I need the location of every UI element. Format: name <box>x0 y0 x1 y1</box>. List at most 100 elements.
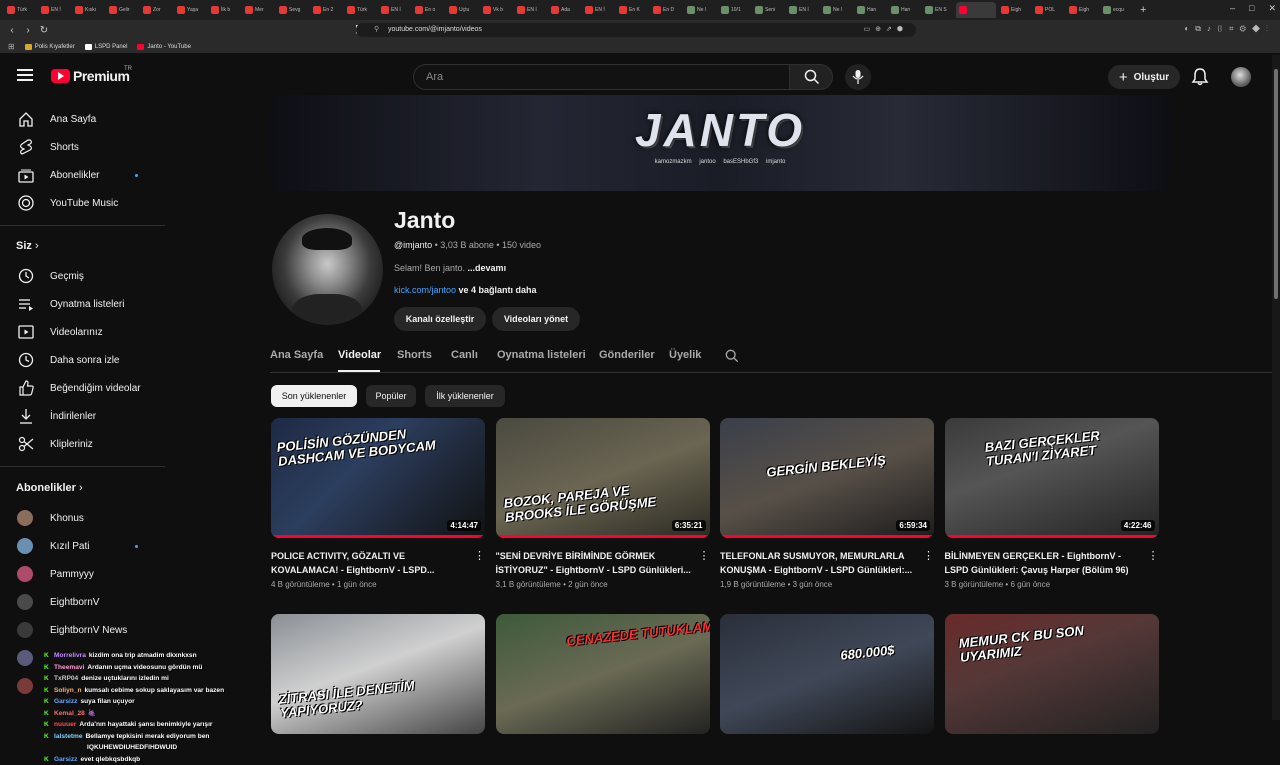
browser-tab[interactable]: 10/1 <box>718 2 750 18</box>
browser-tab[interactable]: ecqu <box>1100 2 1132 18</box>
browser-tab[interactable]: POL <box>1032 2 1064 18</box>
browser-tab[interactable]: Türk <box>344 2 376 18</box>
minimize-button[interactable]: – <box>1230 3 1235 14</box>
sidebar-item-watch-later[interactable]: Daha sonra izle <box>0 346 165 374</box>
video-title[interactable]: POLICE ACTIVITY, GÖZALTI VE KOVALAMACA! … <box>271 549 467 577</box>
extension-icons[interactable]: ◐⧉♪▯⌗⚙◆⋮ <box>1184 24 1274 34</box>
browser-tab[interactable]: Uçtu <box>446 2 478 18</box>
browser-tab[interactable] <box>956 2 996 18</box>
video-thumbnail[interactable]: ZİTRASI İLE DENETİM YAPIYORUZ? <box>271 614 485 734</box>
more-options-icon[interactable]: ⋮ <box>699 549 707 562</box>
chip-latest[interactable]: Son yüklenenler <box>271 385 357 407</box>
browser-tab[interactable]: EN İ <box>582 2 614 18</box>
search-button[interactable] <box>789 64 833 90</box>
browser-tab[interactable]: Türk <box>4 2 36 18</box>
sidebar-item-your-videos[interactable]: Videolarınız <box>0 318 165 346</box>
sidebar-item-shorts[interactable]: Shorts <box>0 133 165 161</box>
video-thumbnail[interactable]: 680.000$ <box>720 614 934 734</box>
video-title[interactable]: BİLİNMEYEN GERÇEKLER - EightbornV - LSPD… <box>945 549 1141 577</box>
browser-tab[interactable]: EN İ <box>514 2 546 18</box>
tab-live[interactable]: Canlı <box>451 349 478 361</box>
channel-avatar[interactable] <box>272 214 383 325</box>
browser-tab[interactable]: En K <box>616 2 648 18</box>
more-link[interactable]: ...devamı <box>468 263 507 273</box>
tab-home[interactable]: Ana Sayfa <box>270 349 323 361</box>
video-thumbnail[interactable]: CENAZEDE TUTUKLAMA <box>496 614 710 734</box>
close-window-button[interactable]: ✕ <box>1268 3 1276 14</box>
sidebar-subscription[interactable]: EightbornV <box>0 588 165 616</box>
bookmark-polis-kiyafetler[interactable]: Polis Kıyafetler <box>25 44 75 50</box>
browser-tab[interactable]: Seni <box>752 2 784 18</box>
browser-tab[interactable]: Eigh <box>998 2 1030 18</box>
browser-tab[interactable]: En 2 <box>310 2 342 18</box>
browser-tab[interactable]: EN İ <box>38 2 70 18</box>
sidebar-subscription[interactable]: Kızıl Pati <box>0 532 165 560</box>
browser-tab[interactable]: Vk b <box>480 2 512 18</box>
sidebar-item-liked[interactable]: Beğendiğim videolar <box>0 374 165 402</box>
channel-search-icon[interactable] <box>725 349 739 363</box>
video-thumbnail[interactable]: BAZI GERÇEKLER TURAN'I ZİYARET4:22:46 <box>945 418 1159 538</box>
youtube-logo[interactable]: Premium <box>51 68 129 84</box>
sidebar-subscription[interactable]: Pammyyy <box>0 560 165 588</box>
channel-description[interactable]: Selam! Ben janto. ...devamı <box>394 263 506 273</box>
sidebar-item-playlists[interactable]: Oynatma listeleri <box>0 290 165 318</box>
notifications-bell-icon[interactable] <box>1190 67 1210 87</box>
browser-tab[interactable]: Ne l <box>684 2 716 18</box>
url-action-icons[interactable]: ▭⊕⇗⬢ <box>864 23 908 37</box>
back-icon[interactable]: ‹ <box>4 25 20 36</box>
browser-tab[interactable]: En o <box>412 2 444 18</box>
new-tab-button[interactable]: + <box>1140 4 1146 16</box>
browser-tab[interactable]: Ne l <box>820 2 852 18</box>
browser-tab[interactable]: Gelir <box>106 2 138 18</box>
tab-videos[interactable]: Videolar <box>338 349 381 361</box>
tab-playlists[interactable]: Oynatma listeleri <box>497 349 586 361</box>
video-title[interactable]: TELEFONLAR SUSMUYOR, MEMURLARLA KONUŞMA … <box>720 549 916 577</box>
more-options-icon[interactable]: ⋮ <box>923 549 931 562</box>
browser-tab[interactable]: Sevg <box>276 2 308 18</box>
create-button[interactable]: + Oluştur <box>1108 65 1180 89</box>
video-thumbnail[interactable]: MEMUR CK BU SON UYARIMIZ <box>945 614 1159 734</box>
video-thumbnail[interactable]: GERGİN BEKLEYİŞ6:59:34 <box>720 418 934 538</box>
sidebar-item-subscriptions[interactable]: Abonelikler <box>0 161 165 189</box>
browser-tab[interactable]: İlk b <box>208 2 240 18</box>
video-thumbnail[interactable]: BOZOK, PAREJA VE BROOKS İLE GÖRÜŞME6:35:… <box>496 418 710 538</box>
sidebar-subscription[interactable]: EightbornV News <box>0 616 165 644</box>
browser-tab[interactable]: Eigh <box>1066 2 1098 18</box>
browser-tab[interactable]: En D <box>650 2 682 18</box>
bookmark-janto-youtube[interactable]: Janto - YouTube <box>137 44 190 50</box>
search-input[interactable]: Ara <box>413 64 790 90</box>
apps-icon[interactable]: ⊞ <box>8 42 15 51</box>
browser-tab[interactable]: EN İ <box>786 2 818 18</box>
video-title[interactable]: "SENİ DEVRİYE BİRİMİNDE GÖRMEK İSTİYORUZ… <box>496 549 692 577</box>
site-info-icon[interactable]: ⚲ <box>374 23 379 37</box>
sidebar-subscriptions-heading[interactable]: Abonelikler › <box>16 482 83 494</box>
sidebar-item-clips[interactable]: Klipleriniz <box>0 430 165 458</box>
sidebar-you-heading[interactable]: Siz › <box>16 240 39 252</box>
sidebar-subscription[interactable]: Khonus <box>0 504 165 532</box>
reload-icon[interactable]: ↻ <box>36 25 52 36</box>
account-avatar[interactable] <box>1231 67 1251 87</box>
manage-videos-button[interactable]: Videoları yönet <box>492 307 580 331</box>
chip-popular[interactable]: Popüler <box>366 385 416 407</box>
more-options-icon[interactable]: ⋮ <box>474 549 482 562</box>
voice-search-button[interactable] <box>845 64 871 90</box>
menu-icon[interactable] <box>17 69 33 81</box>
browser-tab[interactable]: Zor <box>140 2 172 18</box>
scrollbar-thumb[interactable] <box>1274 69 1278 299</box>
sidebar-item-home[interactable]: Ana Sayfa <box>0 105 165 133</box>
browser-tab[interactable]: Ada <box>548 2 580 18</box>
sidebar-item-downloads[interactable]: İndirilenler <box>0 402 165 430</box>
maximize-button[interactable]: □ <box>1249 3 1254 14</box>
browser-tab[interactable]: EN S <box>922 2 954 18</box>
more-links[interactable]: ve 4 bağlantı daha <box>456 285 537 295</box>
video-thumbnail[interactable]: POLİSİN GÖZÜNDEN DASHCAM VE BODYCAM4:14:… <box>271 418 485 538</box>
url-field[interactable]: ⚲ youtube.com/@imjanto/videos ▭⊕⇗⬢ <box>356 23 916 37</box>
forward-icon[interactable]: › <box>20 25 36 36</box>
browser-tab[interactable]: Han <box>854 2 886 18</box>
tab-shorts[interactable]: Shorts <box>397 349 432 361</box>
browser-tab[interactable]: EN İ <box>378 2 410 18</box>
sidebar-item-music[interactable]: YouTube Music <box>0 189 165 217</box>
browser-tab[interactable]: Yaşa <box>174 2 206 18</box>
browser-tab[interactable]: Han <box>888 2 920 18</box>
more-options-icon[interactable]: ⋮ <box>1148 549 1156 562</box>
